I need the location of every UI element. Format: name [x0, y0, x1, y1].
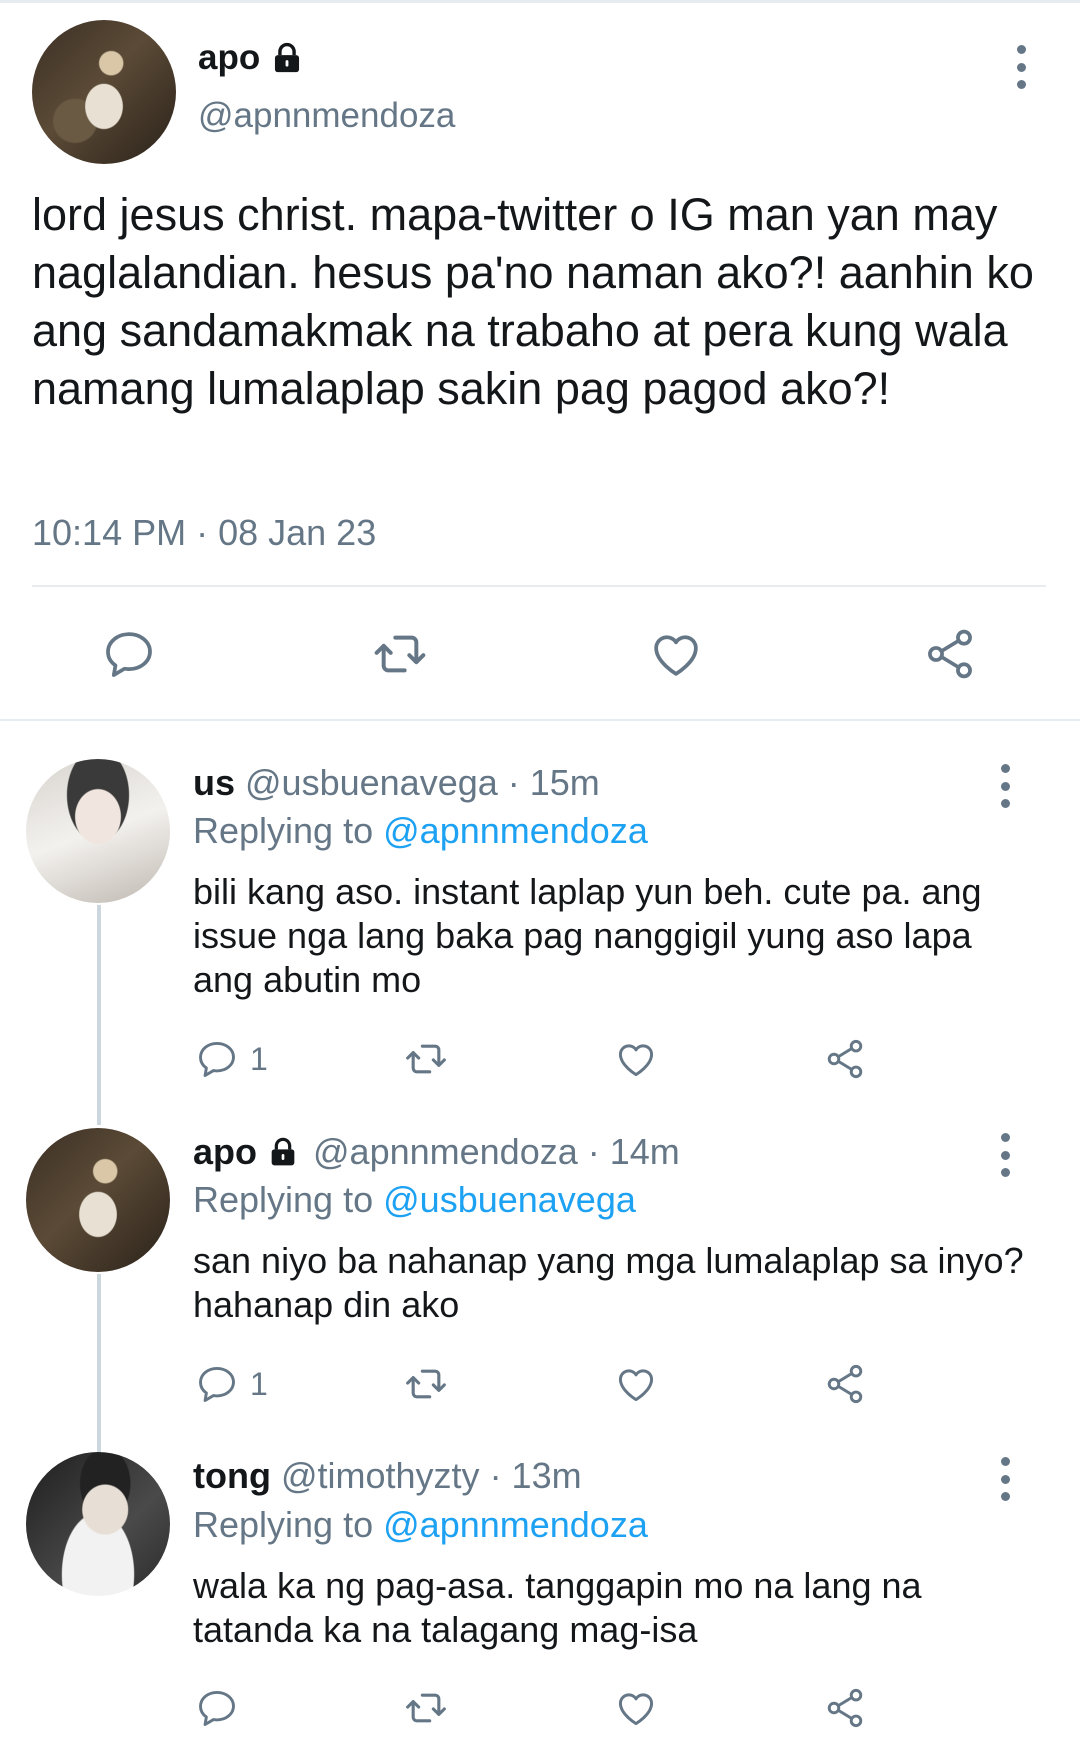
- retweet-icon[interactable]: [372, 626, 428, 682]
- reply-time: · 15m: [507, 762, 600, 803]
- reply-icon[interactable]: [195, 1037, 239, 1081]
- like-icon[interactable]: [648, 626, 704, 682]
- replying-to-label: Replying to: [193, 1179, 374, 1220]
- top-divider: [0, 0, 1080, 3]
- replying-to: Replying to @usbuenavega: [193, 1179, 636, 1221]
- reply-author-name[interactable]: apo: [193, 1131, 257, 1173]
- like-icon[interactable]: [614, 1362, 658, 1406]
- share-icon[interactable]: [823, 1037, 867, 1081]
- tweet-text: lord jesus christ. mapa-twitter o IG man…: [32, 189, 1034, 414]
- reply-author-handle[interactable]: @usbuenavega: [245, 762, 498, 804]
- replying-to-label: Replying to: [193, 1504, 374, 1545]
- avatar[interactable]: [26, 759, 170, 903]
- lock-icon: [270, 41, 304, 75]
- retweet-icon[interactable]: [404, 1686, 448, 1730]
- replying-to-mention[interactable]: @usbuenavega: [383, 1179, 636, 1220]
- replying-to: Replying to @apnnmendoza: [193, 1504, 648, 1546]
- divider: [0, 719, 1080, 721]
- reply-time: · 14m: [587, 1131, 680, 1172]
- reply-author-name[interactable]: tong: [193, 1455, 271, 1497]
- replying-to-mention[interactable]: @apnnmendoza: [383, 1504, 648, 1545]
- retweet-icon[interactable]: [404, 1362, 448, 1406]
- like-icon[interactable]: [614, 1686, 658, 1730]
- avatar[interactable]: [32, 20, 176, 164]
- more-icon[interactable]: [1014, 45, 1028, 89]
- replying-to: Replying to @apnnmendoza: [193, 810, 648, 852]
- avatar[interactable]: [26, 1452, 170, 1596]
- tweet-timestamp: 10:14 PM · 08 Jan 23: [32, 512, 377, 553]
- reply-icon[interactable]: [195, 1686, 239, 1730]
- reply-header: tong @timothyzty · 13m: [193, 1455, 582, 1497]
- share-icon[interactable]: [823, 1362, 867, 1406]
- reply-header: us @usbuenavega · 15m: [193, 762, 600, 804]
- reply-icon[interactable]: [195, 1362, 239, 1406]
- reply-count: 1: [250, 1366, 268, 1402]
- reply-author-handle[interactable]: @apnnmendoza: [313, 1131, 578, 1173]
- thread-line: [97, 1274, 101, 1454]
- reply-text: bili kang aso. instant laplap yun beh. c…: [193, 871, 982, 1000]
- divider: [32, 585, 1046, 587]
- more-icon[interactable]: [998, 764, 1012, 808]
- replying-to-label: Replying to: [193, 810, 374, 851]
- reply-time: · 13m: [489, 1455, 582, 1496]
- author-name-text: apo: [198, 38, 261, 77]
- more-icon[interactable]: [998, 1457, 1012, 1501]
- share-icon[interactable]: [922, 626, 978, 682]
- reply-icon[interactable]: [101, 626, 157, 682]
- author-handle[interactable]: @apnnmendoza: [198, 96, 455, 136]
- reply-author-name[interactable]: us: [193, 762, 235, 804]
- reply-count: 1: [250, 1041, 268, 1077]
- lock-icon: [267, 1136, 299, 1168]
- avatar[interactable]: [26, 1128, 170, 1272]
- reply-author-handle[interactable]: @timothyzty: [281, 1455, 480, 1497]
- author-name[interactable]: apo: [198, 38, 304, 78]
- more-icon[interactable]: [998, 1133, 1012, 1177]
- reply-text: wala ka ng pag-asa. tanggapin mo na lang…: [193, 1565, 922, 1650]
- reply-text: san niyo ba nahanap yang mga lumalaplap …: [193, 1240, 1024, 1325]
- replying-to-mention[interactable]: @apnnmendoza: [383, 810, 648, 851]
- thread-line: [97, 905, 101, 1125]
- share-icon[interactable]: [823, 1686, 867, 1730]
- like-icon[interactable]: [614, 1037, 658, 1081]
- retweet-icon[interactable]: [404, 1037, 448, 1081]
- reply-header: apo @apnnmendoza · 14m: [193, 1131, 680, 1173]
